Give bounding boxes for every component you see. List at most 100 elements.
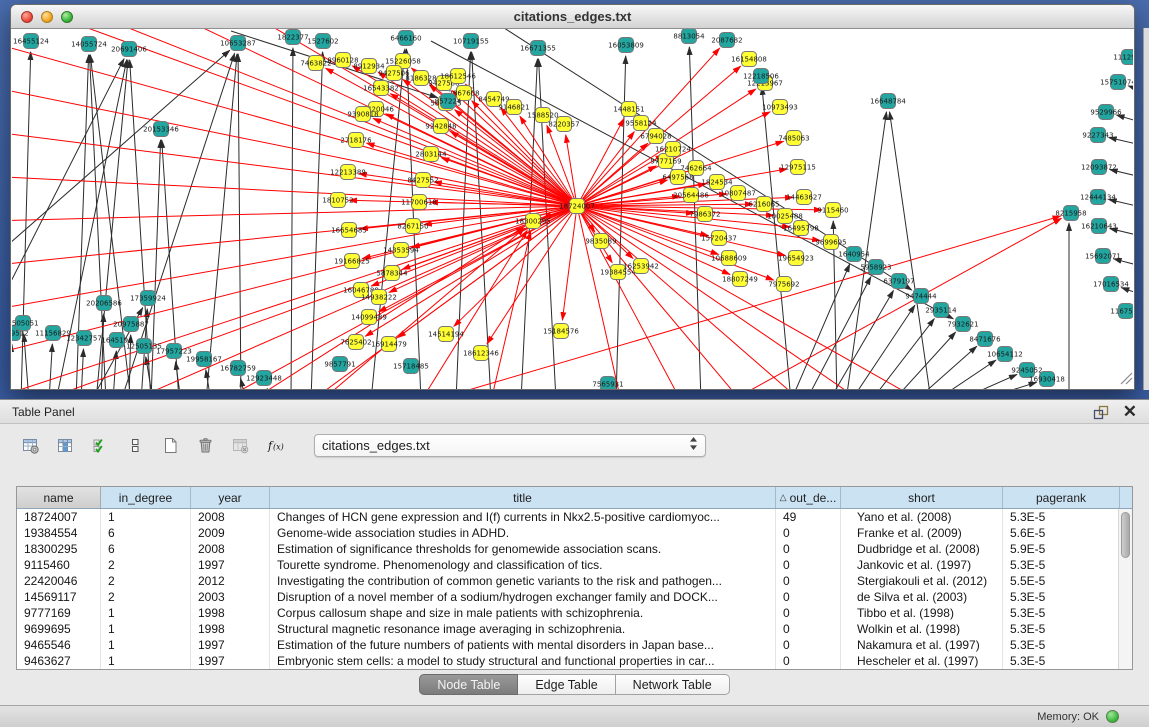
edge[interactable] [731,218,1061,389]
graph-node-label: 9777169 [650,158,681,166]
edge[interactable] [890,112,931,389]
column-header-title[interactable]: title [270,487,776,508]
column-header-in_degree[interactable]: in_degree [101,487,191,508]
column-header-label: year [218,491,241,505]
delete-column-icon[interactable] [230,435,250,455]
resize-grip-icon[interactable] [1121,373,1132,384]
table-row[interactable]: 911546021997Tourette syndrome. Phenomeno… [17,557,1132,573]
table-cell: 9465546 [17,637,101,653]
close-window-button[interactable] [21,11,33,23]
table-row[interactable]: 946362711997Embryonic stem cells: a mode… [17,653,1132,669]
node-layer: 1872400774638228960128891293415226058942… [12,29,1133,389]
table-row[interactable]: 946554611997Estimation of the future num… [17,637,1132,653]
edge[interactable] [291,48,293,389]
edge[interactable] [12,206,577,356]
table-row[interactable]: 1830029562008Estimation of significance … [17,541,1132,557]
tab-edge-table[interactable]: Edge Table [518,674,615,695]
edge[interactable] [176,362,181,389]
edge[interactable] [829,291,893,389]
table-row[interactable]: 2242004622012Investigating the contribut… [17,573,1132,589]
edge[interactable] [577,132,634,206]
tab-network-table[interactable]: Network Table [616,674,730,695]
edge[interactable] [12,131,577,206]
graph-node-label: 2803144 [415,151,447,159]
table-row[interactable]: 1872400712008Changes of HCN gene express… [17,509,1132,525]
graph-node-label: 1167533 [1110,308,1133,316]
table-cell: Yano et al. (2008) [841,509,1003,525]
table-cell: 9699695 [17,621,101,637]
vertical-scrollbar[interactable] [1118,509,1132,669]
edge[interactable] [791,264,850,389]
tab-node-table[interactable]: Node Table [419,674,518,695]
table-cell: 0 [776,637,841,653]
network-window: citations_edges.txt 18724007746382289601… [10,4,1135,390]
edge[interactable] [24,334,29,389]
column-header-out_de[interactable]: △out_de... [776,487,841,508]
edge[interactable] [562,206,577,320]
graph-node-label: 9242848 [425,123,456,131]
table-row[interactable]: 977716911998Corpus callosum shape and si… [17,605,1132,621]
edge[interactable] [12,50,230,251]
graph-node-label: 16930418 [1029,376,1065,384]
table-cell: Hescheler et al. (1997) [841,653,1003,669]
table-row[interactable]: 969969511998Structural magnetic resonanc… [17,621,1132,637]
table-cell: 5.3E-5 [1003,621,1120,637]
rows-icon[interactable] [125,435,145,455]
graph-node-label: 8220357 [548,121,579,129]
graph-node-label: 1810752 [322,197,353,205]
network-canvas[interactable]: 1872400774638228960128891293415226058942… [12,29,1133,389]
table-panel-title: Table Panel [12,405,75,419]
table-cell: 5.3E-5 [1003,653,1120,669]
column-header-name[interactable]: name [17,487,101,508]
table-cell: 2012 [191,573,270,589]
graph-node-label: 20564486 [673,192,709,200]
svg-text:(x): (x) [273,442,284,451]
column-header-short[interactable]: short [841,487,1003,508]
status-bar: Memory: OK [0,705,1149,727]
table-cell: 2009 [191,525,270,541]
graph-node-label: 10654112 [987,351,1023,359]
edge[interactable] [577,143,648,206]
edge[interactable] [12,29,577,206]
column-header-pagerank[interactable]: pagerank [1003,487,1120,508]
delete-table-icon[interactable] [195,435,215,455]
graph-node-label: 12218506 [743,73,779,81]
close-panel-icon[interactable]: ✕ [1123,405,1137,419]
edge[interactable] [238,54,241,389]
table-cell: 5.3E-5 [1003,637,1120,653]
graph-node-label: 16782759 [220,365,256,373]
edge[interactable] [49,344,52,389]
table-cell: 1 [101,621,191,637]
table-cell: 0 [776,557,841,573]
graph-node-label: 14055724 [71,41,107,49]
selection-mode-icon[interactable] [90,435,110,455]
table-row[interactable]: 1938455462009Genome-wide association stu… [17,525,1132,541]
table-cell: 2 [101,557,191,573]
edge[interactable] [577,206,681,389]
graph-node-label: 12975115 [780,164,816,172]
scrollbar-thumb[interactable] [1121,512,1130,558]
table-cell: 0 [776,541,841,557]
zoom-window-button[interactable] [61,11,73,23]
table-cell: 18724007 [17,509,101,525]
column-header-year[interactable]: year [191,487,270,508]
table-selector-dropdown[interactable]: citations_edges.txt [314,434,706,457]
edge[interactable] [957,374,1017,389]
column-visibility-icon[interactable] [55,435,75,455]
graph-node-label: 15184576 [543,328,579,336]
table-cell: 5.9E-5 [1003,541,1120,557]
table-settings-icon[interactable] [20,435,40,455]
graph-node-label: 9857791 [324,361,355,369]
table-cell: Wolkin et al. (1998) [841,621,1003,637]
table-cell: Tourette syndrome. Phenomenology and cla… [270,557,776,573]
function-builder-icon[interactable]: f(x) [265,435,285,455]
graph-node-label: 1822377 [277,34,308,42]
table-row[interactable]: 1456911722003Disruption of a novel membe… [17,589,1132,605]
edge[interactable] [121,53,235,389]
table-cell: 5.3E-5 [1003,509,1120,525]
window-titlebar[interactable]: citations_edges.txt [11,5,1134,29]
float-panel-icon[interactable] [1093,405,1109,419]
minimize-window-button[interactable] [41,11,53,23]
graph-node-label: 9835089 [585,238,616,246]
new-table-icon[interactable] [160,435,180,455]
